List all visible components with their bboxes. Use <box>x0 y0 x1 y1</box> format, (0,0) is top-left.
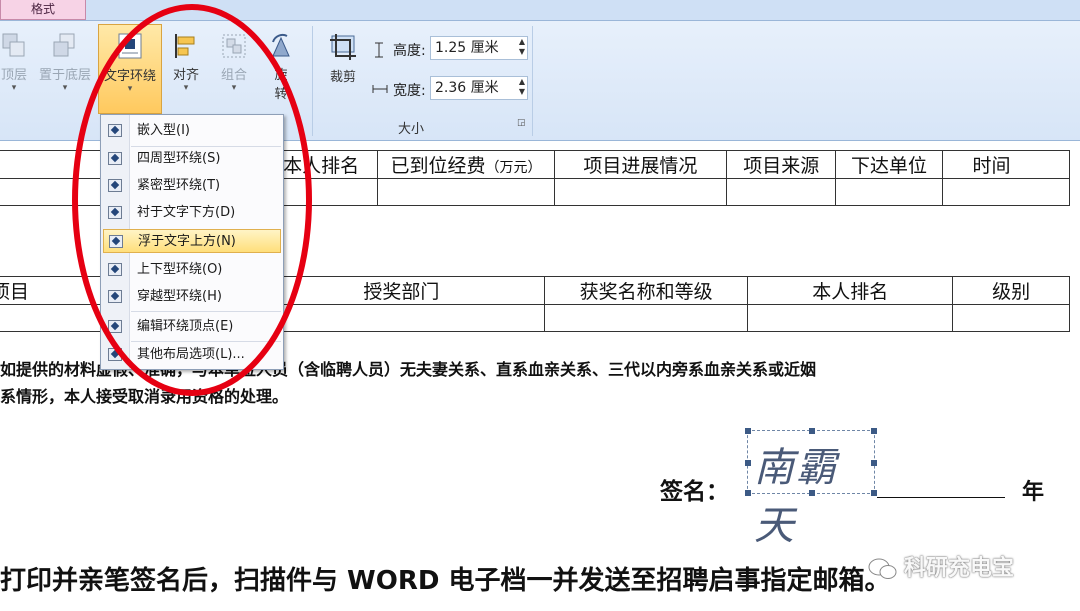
resize-handle[interactable] <box>871 428 877 434</box>
width-label: 宽度: <box>393 83 426 99</box>
table-cell[interactable] <box>952 304 1070 332</box>
resize-handle[interactable] <box>871 460 877 466</box>
table-cell[interactable] <box>377 178 555 206</box>
bottom-instruction: 打印并亲笔签名后，扫描件与 WORD 电子档一并发送至招聘启事指定邮箱。 <box>0 566 891 596</box>
spinner-arrows-icon[interactable]: ▲ ▼ <box>519 37 525 57</box>
height-value: 1.25 厘米 <box>435 40 499 56</box>
resize-handle[interactable] <box>745 490 751 496</box>
height-icon <box>375 42 383 58</box>
table-header-cell: 项目来源 <box>725 150 837 179</box>
height-field[interactable]: 1.25 厘米 ▲ ▼ <box>430 36 528 60</box>
crop-icon <box>330 34 356 60</box>
wechat-logo-icon <box>868 558 897 579</box>
table-header-cell: 项目进展情况 <box>553 150 727 179</box>
ribbon-separator <box>312 26 313 136</box>
table-header-text: 已到位经费 <box>390 155 486 177</box>
table-cell[interactable] <box>544 304 749 332</box>
table-cell[interactable] <box>257 304 546 332</box>
chevron-down-icon: ▾ <box>62 83 68 93</box>
height-label: 高度: <box>393 43 426 59</box>
table-header-cell: 时间 <box>941 150 1071 179</box>
table-header-cell: 已到位经费（万元） <box>377 150 555 179</box>
dialog-launcher-icon[interactable]: ◲ <box>517 118 526 128</box>
size-group-label: 大小 <box>398 122 425 137</box>
bring-to-front-label: 顶层 <box>0 68 27 83</box>
resize-handle[interactable] <box>745 428 751 434</box>
width-value: 2.36 厘米 <box>435 80 499 96</box>
spinner-arrows-icon[interactable]: ▲ ▼ <box>519 77 525 97</box>
table-header-cell: 下达单位 <box>835 150 943 179</box>
watermark: 科研充电宝 <box>868 550 1014 582</box>
send-to-back-icon <box>53 33 75 57</box>
table-cell[interactable] <box>835 178 943 206</box>
bring-to-front-button[interactable]: 顶层 ▾ <box>0 32 32 93</box>
table-header-cell: 获奖名称和等级 <box>544 276 749 305</box>
send-to-back-button[interactable]: 置于底层 ▾ <box>34 32 96 93</box>
crop-label: 裁剪 <box>329 70 356 85</box>
width-icon <box>372 85 388 93</box>
send-to-back-label: 置于底层 <box>38 68 91 83</box>
watermark-text: 科研充电宝 <box>904 556 1015 581</box>
width-field[interactable]: 2.36 厘米 ▲ ▼ <box>430 76 528 100</box>
table-cell[interactable] <box>941 178 1071 206</box>
tab-format[interactable]: 格式 <box>0 0 86 20</box>
resize-handle[interactable] <box>745 460 751 466</box>
table-cell[interactable] <box>747 304 954 332</box>
ribbon-separator <box>532 26 533 136</box>
resize-handle[interactable] <box>871 490 877 496</box>
table-header-unit: （万元） <box>485 160 542 176</box>
resize-handle[interactable] <box>809 490 815 496</box>
year-label: 年 <box>1022 480 1045 505</box>
table-cell[interactable] <box>725 178 837 206</box>
table-cell[interactable] <box>553 178 727 206</box>
bring-to-front-icon <box>2 33 25 57</box>
signature-image[interactable]: 南霸天 <box>745 428 877 549</box>
signature-line <box>877 497 1005 498</box>
resize-handle[interactable] <box>809 428 815 434</box>
table-header-cell: 级别 <box>952 276 1070 305</box>
chevron-down-icon: ▾ <box>11 83 17 93</box>
table-header-cell: 本人排名 <box>747 276 954 305</box>
crop-button[interactable]: 裁剪 <box>322 32 364 85</box>
signature-label: 签名： <box>660 479 729 505</box>
annotation-ellipse <box>72 4 312 396</box>
